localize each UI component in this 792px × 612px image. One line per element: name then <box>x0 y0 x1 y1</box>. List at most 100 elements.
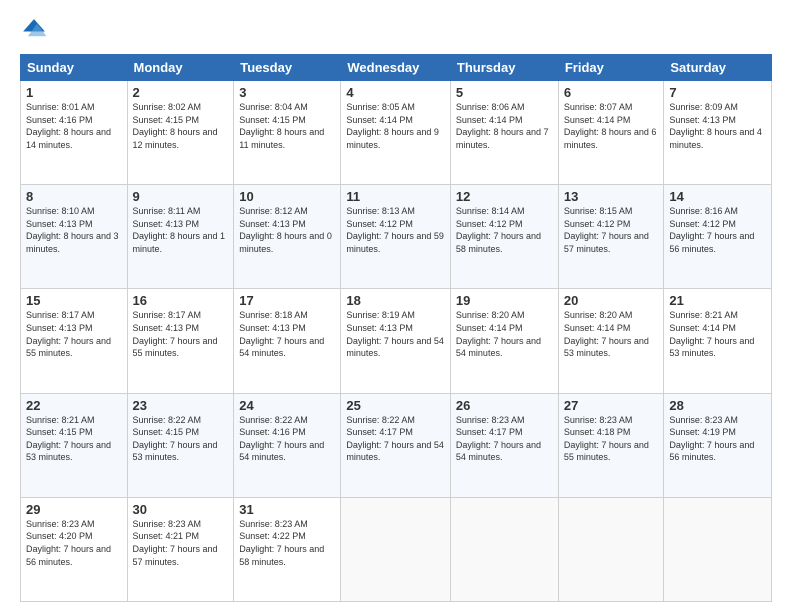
day-number: 4 <box>346 85 445 100</box>
calendar-day-cell: 4 Sunrise: 8:05 AMSunset: 4:14 PMDaylight… <box>341 81 451 185</box>
calendar-day-cell: 20 Sunrise: 8:20 AMSunset: 4:14 PMDayligh… <box>558 289 664 393</box>
calendar-day-cell <box>558 497 664 601</box>
header <box>20 16 772 44</box>
logo-icon <box>20 16 48 44</box>
day-info: Sunrise: 8:16 AMSunset: 4:12 PMDaylight:… <box>669 206 754 254</box>
day-number: 5 <box>456 85 553 100</box>
calendar-day-cell: 5Sunrise: 8:06 AMSunset: 4:14 PMDaylight… <box>450 81 558 185</box>
calendar-day-cell: 7 Sunrise: 8:09 AMSunset: 4:13 PMDaylight… <box>664 81 772 185</box>
day-info: Sunrise: 8:09 AMSunset: 4:13 PMDaylight:… <box>669 102 762 150</box>
day-info: Sunrise: 8:22 AMSunset: 4:16 PMDaylight:… <box>239 415 324 463</box>
day-info: Sunrise: 8:17 AMSunset: 4:13 PMDaylight:… <box>133 310 218 358</box>
calendar-day-cell: 18 Sunrise: 8:19 AMSunset: 4:13 PMDayligh… <box>341 289 451 393</box>
day-number: 19 <box>456 293 553 308</box>
calendar-day-cell: 6 Sunrise: 8:07 AMSunset: 4:14 PMDaylight… <box>558 81 664 185</box>
calendar-header-cell: Wednesday <box>341 55 451 81</box>
day-number: 9 <box>133 189 229 204</box>
day-info: Sunrise: 8:23 AMSunset: 4:19 PMDaylight:… <box>669 415 754 463</box>
day-info: Sunrise: 8:23 AMSunset: 4:20 PMDaylight:… <box>26 519 111 567</box>
day-number: 12 <box>456 189 553 204</box>
day-info: Sunrise: 8:04 AMSunset: 4:15 PMDaylight:… <box>239 102 324 150</box>
day-info: Sunrise: 8:05 AMSunset: 4:14 PMDaylight:… <box>346 102 439 150</box>
calendar-day-cell: 2Sunrise: 8:02 AMSunset: 4:15 PMDaylight… <box>127 81 234 185</box>
day-info: Sunrise: 8:20 AMSunset: 4:14 PMDaylight:… <box>564 310 649 358</box>
day-number: 1 <box>26 85 122 100</box>
day-number: 17 <box>239 293 335 308</box>
day-number: 11 <box>346 189 445 204</box>
calendar-day-cell: 16 Sunrise: 8:17 AMSunset: 4:13 PMDayligh… <box>127 289 234 393</box>
calendar-day-cell: 28Sunrise: 8:23 AMSunset: 4:19 PMDayligh… <box>664 393 772 497</box>
day-info: Sunrise: 8:21 AMSunset: 4:14 PMDaylight:… <box>669 310 754 358</box>
day-info: Sunrise: 8:10 AMSunset: 4:13 PMDaylight:… <box>26 206 119 254</box>
day-number: 13 <box>564 189 659 204</box>
calendar-day-cell: 11 Sunrise: 8:13 AMSunset: 4:12 PMDayligh… <box>341 185 451 289</box>
day-number: 10 <box>239 189 335 204</box>
calendar-day-cell: 19 Sunrise: 8:20 AMSunset: 4:14 PMDayligh… <box>450 289 558 393</box>
day-info: Sunrise: 8:15 AMSunset: 4:12 PMDaylight:… <box>564 206 649 254</box>
calendar-day-cell: 29 Sunrise: 8:23 AMSunset: 4:20 PMDayligh… <box>21 497 128 601</box>
day-info: Sunrise: 8:07 AMSunset: 4:14 PMDaylight:… <box>564 102 657 150</box>
day-number: 6 <box>564 85 659 100</box>
calendar-header-cell: Thursday <box>450 55 558 81</box>
day-number: 31 <box>239 502 335 517</box>
calendar-week-row: 22Sunrise: 8:21 AMSunset: 4:15 PMDayligh… <box>21 393 772 497</box>
day-info: Sunrise: 8:23 AMSunset: 4:22 PMDaylight:… <box>239 519 324 567</box>
day-info: Sunrise: 8:22 AMSunset: 4:15 PMDaylight:… <box>133 415 218 463</box>
calendar-day-cell: 26Sunrise: 8:23 AMSunset: 4:17 PMDayligh… <box>450 393 558 497</box>
day-info: Sunrise: 8:18 AMSunset: 4:13 PMDaylight:… <box>239 310 324 358</box>
calendar-day-cell: 23 Sunrise: 8:22 AMSunset: 4:15 PMDayligh… <box>127 393 234 497</box>
day-number: 21 <box>669 293 766 308</box>
calendar-day-cell: 27 Sunrise: 8:23 AMSunset: 4:18 PMDayligh… <box>558 393 664 497</box>
day-number: 25 <box>346 398 445 413</box>
page: SundayMondayTuesdayWednesdayThursdayFrid… <box>0 0 792 612</box>
day-number: 7 <box>669 85 766 100</box>
calendar-day-cell: 15Sunrise: 8:17 AMSunset: 4:13 PMDayligh… <box>21 289 128 393</box>
day-info: Sunrise: 8:14 AMSunset: 4:12 PMDaylight:… <box>456 206 541 254</box>
calendar-day-cell <box>341 497 451 601</box>
day-info: Sunrise: 8:13 AMSunset: 4:12 PMDaylight:… <box>346 206 444 254</box>
day-number: 18 <box>346 293 445 308</box>
calendar-day-cell: 30Sunrise: 8:23 AMSunset: 4:21 PMDayligh… <box>127 497 234 601</box>
day-info: Sunrise: 8:23 AMSunset: 4:17 PMDaylight:… <box>456 415 541 463</box>
calendar-day-cell: 8 Sunrise: 8:10 AMSunset: 4:13 PMDaylight… <box>21 185 128 289</box>
day-number: 3 <box>239 85 335 100</box>
calendar-day-cell: 14 Sunrise: 8:16 AMSunset: 4:12 PMDayligh… <box>664 185 772 289</box>
day-info: Sunrise: 8:23 AMSunset: 4:18 PMDaylight:… <box>564 415 649 463</box>
calendar-header-cell: Tuesday <box>234 55 341 81</box>
day-number: 15 <box>26 293 122 308</box>
calendar-day-cell: 9 Sunrise: 8:11 AMSunset: 4:13 PMDaylight… <box>127 185 234 289</box>
day-number: 24 <box>239 398 335 413</box>
day-info: Sunrise: 8:23 AMSunset: 4:21 PMDaylight:… <box>133 519 218 567</box>
day-number: 16 <box>133 293 229 308</box>
day-info: Sunrise: 8:22 AMSunset: 4:17 PMDaylight:… <box>346 415 444 463</box>
calendar-day-cell: 31 Sunrise: 8:23 AMSunset: 4:22 PMDayligh… <box>234 497 341 601</box>
day-info: Sunrise: 8:01 AMSunset: 4:16 PMDaylight:… <box>26 102 111 150</box>
calendar-table: SundayMondayTuesdayWednesdayThursdayFrid… <box>20 54 772 602</box>
logo <box>20 16 52 44</box>
day-number: 20 <box>564 293 659 308</box>
calendar-day-cell: 24 Sunrise: 8:22 AMSunset: 4:16 PMDayligh… <box>234 393 341 497</box>
day-info: Sunrise: 8:19 AMSunset: 4:13 PMDaylight:… <box>346 310 444 358</box>
calendar-week-row: 15 Sunrise: 8:17 AMSunset: 4:13 PMDayligh… <box>21 289 772 393</box>
day-number: 27 <box>564 398 659 413</box>
calendar-day-cell <box>450 497 558 601</box>
calendar-header-cell: Saturday <box>664 55 772 81</box>
calendar-day-cell: 21 Sunrise: 8:21 AMSunset: 4:14 PMDayligh… <box>664 289 772 393</box>
day-info: Sunrise: 8:11 AMSunset: 4:13 PMDaylight:… <box>133 206 226 254</box>
day-number: 14 <box>669 189 766 204</box>
day-number: 8 <box>26 189 122 204</box>
calendar-day-cell: 25 Sunrise: 8:22 AMSunset: 4:17 PMDayligh… <box>341 393 451 497</box>
day-info: Sunrise: 8:20 AMSunset: 4:14 PMDaylight:… <box>456 310 541 358</box>
calendar-day-cell: 10Sunrise: 8:12 AMSunset: 4:13 PMDayligh… <box>234 185 341 289</box>
calendar-day-cell: 17 Sunrise: 8:18 AMSunset: 4:13 PMDayligh… <box>234 289 341 393</box>
calendar-week-row: 8 Sunrise: 8:10 AMSunset: 4:13 PMDaylight… <box>21 185 772 289</box>
calendar-day-cell: 3 Sunrise: 8:04 AMSunset: 4:15 PMDaylight… <box>234 81 341 185</box>
day-info: Sunrise: 8:02 AMSunset: 4:15 PMDaylight:… <box>133 102 218 150</box>
calendar-week-row: 29 Sunrise: 8:23 AMSunset: 4:20 PMDayligh… <box>21 497 772 601</box>
day-number: 23 <box>133 398 229 413</box>
calendar-week-row: 1 Sunrise: 8:01 AMSunset: 4:16 PMDaylight… <box>21 81 772 185</box>
day-number: 29 <box>26 502 122 517</box>
calendar-day-cell: 22Sunrise: 8:21 AMSunset: 4:15 PMDayligh… <box>21 393 128 497</box>
calendar-day-cell: 12 Sunrise: 8:14 AMSunset: 4:12 PMDayligh… <box>450 185 558 289</box>
day-number: 22 <box>26 398 122 413</box>
